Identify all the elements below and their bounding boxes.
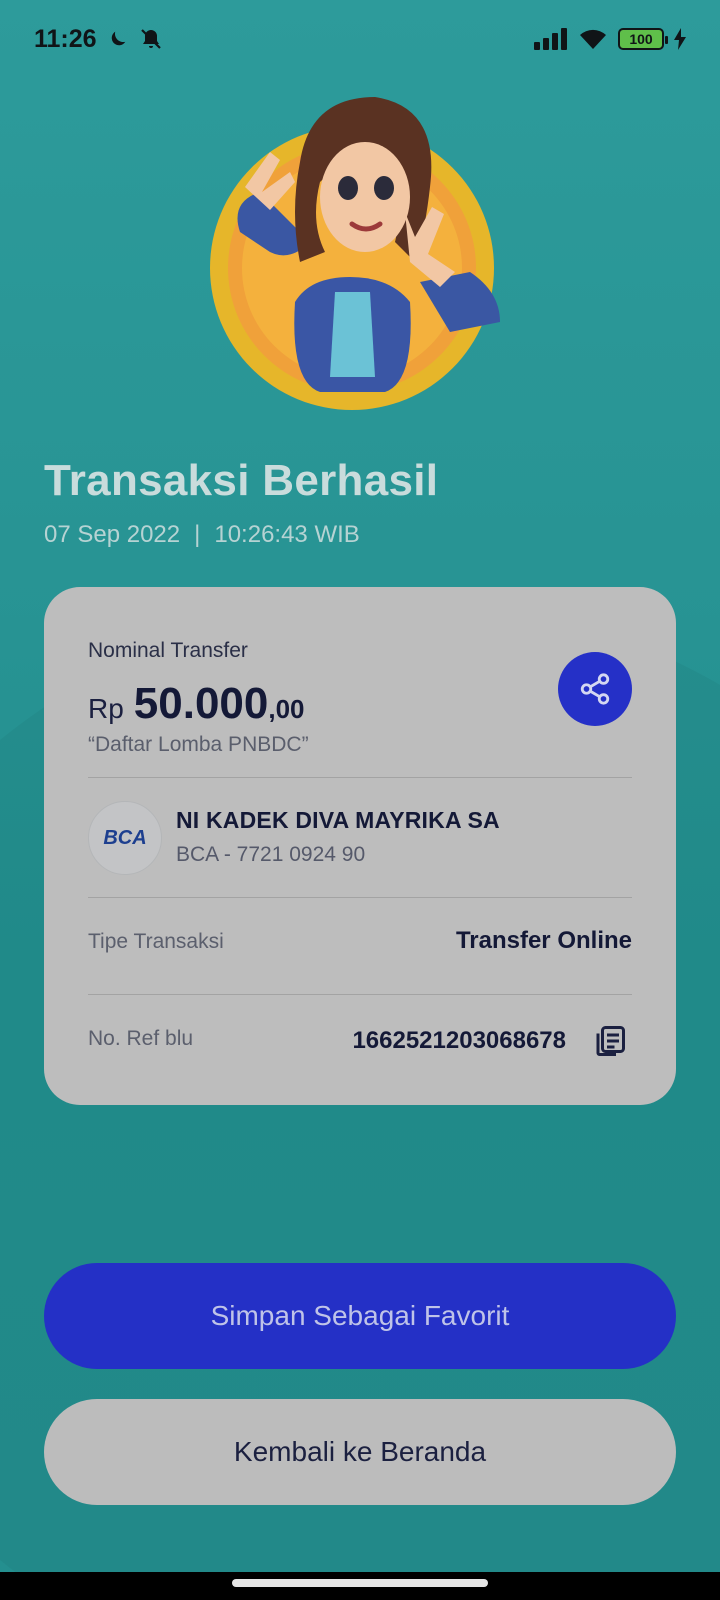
battery-icon: 100 <box>618 28 668 50</box>
share-button[interactable] <box>558 652 632 726</box>
transaction-type-label: Tipe Transaksi <box>88 930 224 953</box>
moon-icon <box>111 31 125 46</box>
nominal-label: Nominal Transfer <box>88 639 248 662</box>
status-bar: 11:26 100 <box>0 0 720 78</box>
recipient-account: BCA - 7721 0924 90 <box>176 843 366 866</box>
share-icon <box>580 673 610 705</box>
home-indicator[interactable] <box>232 1579 488 1587</box>
signal-icon <box>534 28 567 50</box>
mascot-illustration <box>210 97 500 410</box>
divider <box>88 897 632 898</box>
bank-logo: BCA <box>88 801 162 875</box>
receipt-card: Nominal Transfer Rp 50.000 ,00 “Daftar L… <box>44 587 676 1105</box>
amount-main: 50.000 <box>133 679 269 728</box>
divider <box>88 994 632 995</box>
transaction-date: 07 Sep 2022 <box>44 521 181 548</box>
back-home-button[interactable]: Kembali ke Beranda <box>44 1399 676 1505</box>
transfer-note: “Daftar Lomba PNBDC” <box>88 733 309 756</box>
reference-label: No. Ref blu <box>88 1027 194 1050</box>
currency-label: Rp <box>88 693 124 724</box>
save-favorite-button[interactable]: Simpan Sebagai Favorit <box>44 1263 676 1369</box>
copy-icon[interactable] <box>592 1023 628 1059</box>
bank-logo-text: BCA <box>103 826 147 849</box>
datetime-separator: | <box>194 521 201 548</box>
wifi-icon <box>580 29 606 49</box>
battery-level: 100 <box>629 31 653 47</box>
amount-cents: ,00 <box>268 694 305 724</box>
amount: Rp 50.000 ,00 <box>88 679 305 729</box>
transaction-datetime: 07 Sep 2022 | 10:26:43 WIB <box>44 521 360 549</box>
divider <box>88 777 632 778</box>
recipient-name: NI KADEK DIVA MAYRIKA SA <box>176 807 500 833</box>
transaction-time: 10:26:43 WIB <box>214 521 360 548</box>
bell-off-icon <box>140 29 161 49</box>
transaction-type-value: Transfer Online <box>455 927 632 954</box>
page-title: Transaksi Berhasil <box>44 456 439 505</box>
clock: 11:26 <box>34 24 97 53</box>
charging-icon <box>674 28 686 50</box>
reference-value: 1662521203068678 <box>352 1027 566 1054</box>
